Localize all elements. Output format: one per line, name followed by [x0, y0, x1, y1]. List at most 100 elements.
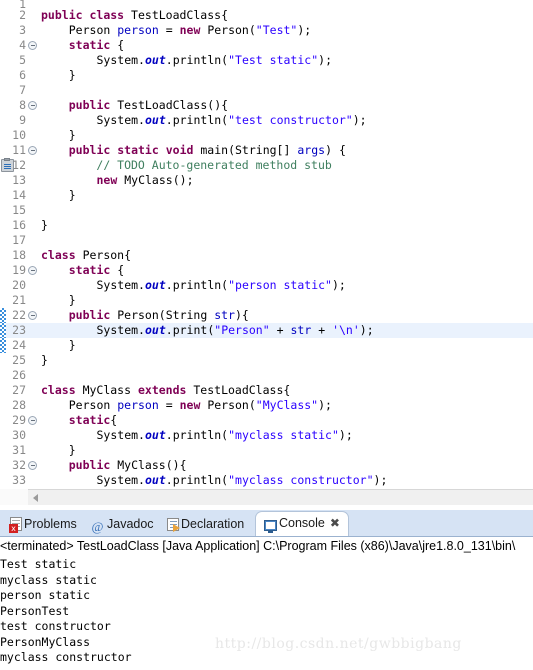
- line-number: 9: [19, 113, 26, 127]
- line-number: 7: [19, 83, 26, 97]
- code-fold-collapse-icon[interactable]: [28, 416, 37, 425]
- javadoc-at-icon: @: [91, 519, 104, 534]
- code-line[interactable]: 27 class MyClass extends TestLoadClass{: [0, 383, 533, 398]
- code-line[interactable]: 24 }: [0, 338, 533, 353]
- line-number: 24: [12, 338, 26, 352]
- code-text: System.out.print("Person" + str + '\n');: [96, 323, 374, 337]
- code-line[interactable]: 11 public static void main(String[] args…: [0, 143, 533, 158]
- code-text: new MyClass();: [96, 173, 194, 187]
- problems-icon: [9, 517, 22, 533]
- code-line[interactable]: 3 Person person = new Person("Test");: [0, 23, 533, 38]
- line-number: 4: [19, 38, 26, 52]
- code-line[interactable]: 33 System.out.println("myclass construct…: [0, 473, 533, 488]
- line-number: 16: [12, 218, 26, 232]
- code-line[interactable]: 14 }: [0, 188, 533, 203]
- code-line[interactable]: 18 class Person{: [0, 248, 533, 263]
- code-text: System.out.println("test constructor");: [96, 113, 367, 127]
- code-line[interactable]: 29 static{: [0, 413, 533, 428]
- code-fold-collapse-icon[interactable]: [28, 266, 37, 275]
- code-line[interactable]: 6 }: [0, 68, 533, 83]
- console-output-line: PersonTest: [0, 603, 70, 618]
- editor-horizontal-scrollbar[interactable]: [28, 489, 533, 505]
- code-line[interactable]: 5 System.out.println("Test static");: [0, 53, 533, 68]
- code-fold-collapse-icon[interactable]: [28, 311, 37, 320]
- code-line[interactable]: 32 public MyClass(){: [0, 458, 533, 473]
- line-number: 19: [12, 263, 26, 277]
- code-line[interactable]: 31 }: [0, 443, 533, 458]
- console-output-line: myclass constructor: [0, 650, 132, 664]
- line-number: 14: [12, 188, 26, 202]
- panel-tab-label: Javadoc: [107, 517, 154, 531]
- line-number: 1: [19, 0, 26, 11]
- panel-tab-problems[interactable]: Problems: [6, 512, 81, 536]
- panel-tab-declaration[interactable]: Declaration: [163, 512, 248, 536]
- java-editor[interactable]: 1 2 public class TestLoadClass{3 Person pe…: [0, 0, 533, 510]
- scroll-left-arrow-icon[interactable]: [33, 494, 38, 502]
- code-text: System.out.println("person static");: [96, 278, 346, 292]
- console-output-line: myclass static: [0, 572, 97, 587]
- console-output-line: Test static: [0, 557, 77, 571]
- code-line[interactable]: 25}: [0, 353, 533, 368]
- code-text: public MyClass(){: [68, 458, 187, 472]
- code-area[interactable]: 1 2 public class TestLoadClass{3 Person pe…: [0, 0, 533, 489]
- code-line[interactable]: 22 public Person(String str){: [0, 308, 533, 323]
- code-line[interactable]: 1: [0, 0, 533, 11]
- code-line[interactable]: 20 System.out.println("person static");: [0, 278, 533, 293]
- console-launch-header: <terminated> TestLoadClass [Java Applica…: [0, 539, 516, 553]
- panel-tab-label: Problems: [24, 517, 77, 531]
- code-line[interactable]: 4 static {: [0, 38, 533, 53]
- code-line[interactable]: 23 System.out.print("Person" + str + '\n…: [0, 323, 533, 338]
- line-number: 22: [12, 308, 26, 322]
- code-line[interactable]: 26: [0, 368, 533, 383]
- code-text: static {: [68, 38, 125, 52]
- panel-tab-label: Console: [279, 516, 325, 530]
- code-text: }: [68, 68, 76, 82]
- code-fold-collapse-icon[interactable]: [28, 146, 37, 155]
- editor-gutter-bottom-strip: [0, 489, 28, 505]
- code-line[interactable]: 8 public TestLoadClass(){: [0, 98, 533, 113]
- code-line[interactable]: 19 static {: [0, 263, 533, 278]
- code-text: System.out.println("Test static");: [96, 53, 333, 67]
- panel-tab-javadoc[interactable]: @ Javadoc: [86, 512, 158, 536]
- code-line[interactable]: 9 System.out.println("test constructor")…: [0, 113, 533, 128]
- line-number: 33: [12, 473, 26, 487]
- line-number: 26: [12, 368, 26, 382]
- console-output-line: person static: [0, 588, 91, 602]
- close-icon[interactable]: ✖: [330, 512, 340, 535]
- code-line[interactable]: 15: [0, 203, 533, 218]
- code-line[interactable]: 30 System.out.println("myclass static");: [0, 428, 533, 443]
- code-text: class MyClass extends TestLoadClass{: [41, 383, 291, 397]
- panel-tab-console[interactable]: Console ✖: [255, 511, 349, 536]
- line-number: 3: [19, 23, 26, 37]
- code-line[interactable]: 13 new MyClass();: [0, 173, 533, 188]
- code-line[interactable]: 17: [0, 233, 533, 248]
- code-fold-collapse-icon[interactable]: [28, 41, 37, 50]
- line-number: 15: [12, 203, 26, 217]
- code-line[interactable]: 12 // TODO Auto-generated method stub: [0, 158, 533, 173]
- line-number: 28: [12, 398, 26, 412]
- code-text: }: [68, 338, 76, 352]
- code-text: }: [41, 218, 48, 232]
- line-number: 2: [19, 8, 26, 22]
- code-fold-collapse-icon[interactable]: [28, 101, 37, 110]
- code-line[interactable]: 2 public class TestLoadClass{: [0, 8, 533, 23]
- code-fold-collapse-icon[interactable]: [28, 461, 37, 470]
- line-number: 27: [12, 383, 26, 397]
- line-number: 31: [12, 443, 26, 457]
- line-number: 20: [12, 278, 26, 292]
- code-text: System.out.println("myclass static");: [96, 428, 353, 442]
- line-number: 32: [12, 458, 26, 472]
- code-line[interactable]: 21 }: [0, 293, 533, 308]
- code-line[interactable]: 7: [0, 83, 533, 98]
- code-text: public class TestLoadClass{: [41, 8, 228, 22]
- panel-tab-bar[interactable]: Problems @Javadoc Declaration Console ✖: [0, 510, 533, 536]
- code-text: System.out.println("myclass constructor"…: [96, 473, 388, 487]
- code-text: static{: [68, 413, 118, 427]
- console-output-line: test constructor: [0, 619, 111, 633]
- code-line[interactable]: 16}: [0, 218, 533, 233]
- code-line[interactable]: 28 Person person = new Person("MyClass")…: [0, 398, 533, 413]
- code-line[interactable]: 10 }: [0, 128, 533, 143]
- line-number: 21: [12, 293, 26, 307]
- code-text: Person person = new Person("MyClass");: [68, 398, 332, 412]
- code-text: }: [68, 128, 76, 142]
